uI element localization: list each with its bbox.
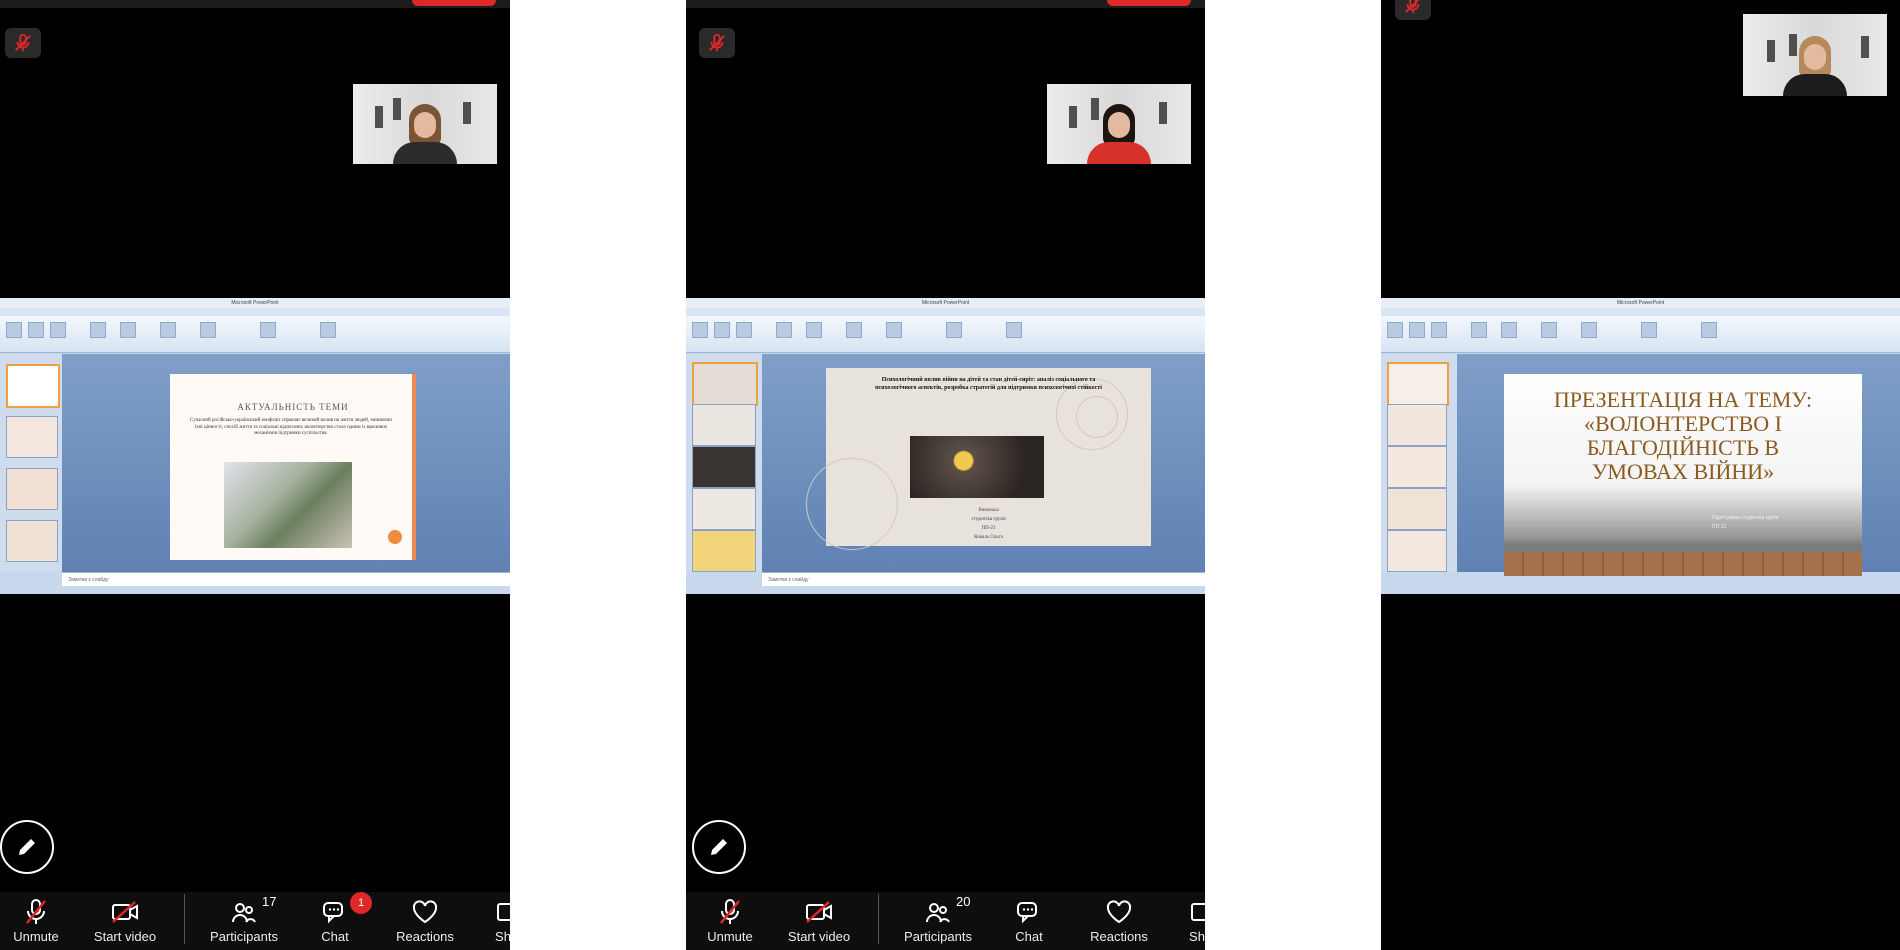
chat-icon — [1017, 902, 1037, 924]
ribbon — [686, 316, 1205, 353]
muted-indicator — [5, 28, 41, 58]
slide-subtitle: Підготувала студентка групи ПП-21 — [1712, 515, 1779, 530]
slide-thumb[interactable] — [1387, 446, 1447, 488]
menu-bar — [686, 308, 1205, 316]
toolbar-divider — [184, 894, 185, 944]
slide-thumb[interactable] — [1387, 404, 1447, 446]
pencil-icon — [711, 839, 727, 855]
notes-pane[interactable]: Заметки к слайду — [762, 572, 1205, 586]
reactions-button[interactable]: Reactions — [390, 892, 460, 950]
share-icon — [1191, 903, 1205, 921]
start-video-button[interactable]: Start video — [88, 892, 162, 950]
participants-count: 20 — [956, 894, 971, 909]
share-button[interactable]: Sh — [1182, 892, 1205, 950]
toolbar-divider — [878, 894, 879, 944]
decor-dot — [388, 530, 402, 544]
slide-thumb[interactable] — [692, 446, 756, 488]
meeting-panel-2: Microsoft PowerPoint Заметки к слайду Пс… — [686, 0, 1205, 950]
notes-pane[interactable]: Заметки к слайду — [62, 572, 510, 586]
slide-thumb[interactable] — [1387, 362, 1449, 406]
mic-off-icon — [15, 33, 31, 52]
slide-thumb[interactable] — [1387, 530, 1447, 572]
slide-thumbnails — [686, 354, 763, 572]
unmute-button[interactable]: Unmute — [702, 892, 758, 950]
participants-icon — [926, 903, 950, 923]
meeting-toolbar: Unmute Start video Participants 17 Chat … — [0, 892, 510, 950]
slide-body: Сучасний російсько-український конфлікт … — [190, 418, 392, 436]
unmute-button[interactable]: Unmute — [8, 892, 64, 950]
slide-thumb[interactable] — [692, 362, 758, 406]
annotate-button[interactable] — [692, 820, 746, 874]
mic-off-icon — [709, 33, 725, 52]
app-status-bar — [686, 586, 1205, 594]
menu-bar — [0, 308, 510, 316]
slide-thumbnails — [1381, 354, 1458, 572]
slide-thumb[interactable] — [6, 520, 58, 562]
participants-icon — [232, 903, 256, 923]
meeting-toolbar: Unmute Start video Participants 20 Chat … — [686, 892, 1205, 950]
meeting-panel-1: Microsoft PowerPoint Заметки к слайду АК… — [0, 0, 510, 950]
slide-thumb[interactable] — [1387, 488, 1447, 530]
mic-off-icon — [1405, 0, 1420, 14]
muted-indicator — [1395, 0, 1431, 20]
slide-title: Психологічний вплив війни на дітей та ст… — [875, 377, 1102, 391]
video-off-icon — [806, 901, 832, 923]
slide-thumb[interactable] — [692, 488, 756, 530]
mic-off-icon — [720, 899, 740, 924]
slide-photo — [224, 462, 352, 548]
muted-indicator — [699, 28, 735, 58]
self-video-thumbnail[interactable] — [1743, 14, 1887, 96]
video-off-icon — [112, 901, 138, 923]
slide-title: ПРЕЗЕНТАЦІЯ НА ТЕМУ: «ВОЛОНТЕРСТВО І БЛА… — [1553, 387, 1813, 484]
start-video-button[interactable]: Start video — [782, 892, 856, 950]
slide-thumbnails — [0, 354, 63, 572]
slide-thumb[interactable] — [6, 364, 60, 408]
slide-title: АКТУАЛЬНІСТЬ ТЕМИ — [237, 402, 349, 412]
end-meeting-button[interactable] — [1107, 0, 1191, 6]
end-meeting-button[interactable] — [412, 0, 496, 6]
self-video-thumbnail[interactable] — [353, 84, 497, 164]
slide-thumb[interactable] — [692, 404, 756, 446]
pencil-icon — [19, 839, 35, 855]
menu-bar — [1381, 308, 1900, 316]
chat-icon — [323, 902, 343, 924]
chat-unread-badge: 1 — [350, 892, 372, 914]
share-button[interactable]: Sh — [488, 892, 510, 950]
slide-photo — [910, 436, 1044, 498]
reactions-button[interactable]: Reactions — [1084, 892, 1154, 950]
meeting-panel-3: Microsoft PowerPoint ПРЕЗЕНТАЦІЯ НА ТЕМУ… — [1381, 0, 1900, 950]
self-video-thumbnail[interactable] — [1047, 84, 1191, 164]
share-icon — [497, 903, 510, 921]
heart-icon — [412, 900, 438, 924]
current-slide: Психологічний вплив війни на дітей та ст… — [806, 368, 1151, 550]
current-slide: АКТУАЛЬНІСТЬ ТЕМИ Сучасний російсько-укр… — [170, 374, 416, 560]
slide-thumb[interactable] — [6, 416, 58, 458]
slide-thumb[interactable] — [6, 468, 58, 510]
chat-button[interactable]: Chat — [1004, 892, 1054, 950]
current-slide: ПРЕЗЕНТАЦІЯ НА ТЕМУ: «ВОЛОНТЕРСТВО І БЛА… — [1504, 374, 1862, 576]
slide-thumb[interactable] — [692, 530, 756, 572]
participants-count: 17 — [262, 894, 277, 909]
ribbon — [0, 316, 510, 353]
app-status-bar — [1381, 586, 1900, 594]
app-status-bar — [0, 586, 510, 594]
mic-off-icon — [26, 899, 46, 924]
ribbon — [1381, 316, 1900, 353]
slide-floor-decor — [1504, 552, 1862, 576]
heart-icon — [1106, 900, 1132, 924]
slide-caption: Виконала студентка групи ПП-21 Коваль Ол… — [971, 508, 1006, 540]
annotate-button[interactable] — [0, 820, 54, 874]
